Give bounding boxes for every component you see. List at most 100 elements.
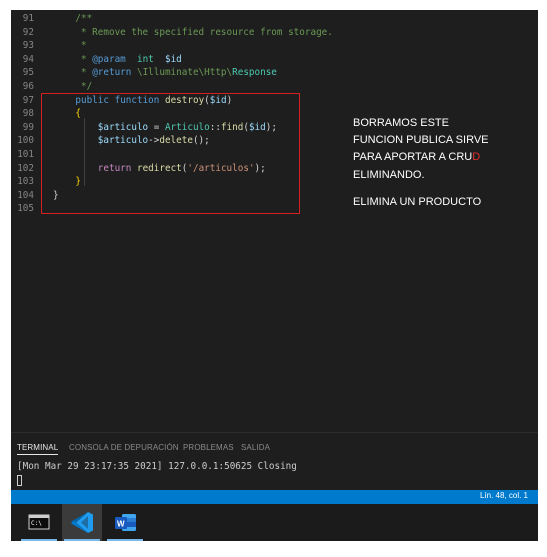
annotation-line: ELIMINANDO. xyxy=(353,168,425,181)
code-editor[interactable]: 91 /** 92 * Remove the specified resource… xyxy=(11,10,538,432)
code-token: @return xyxy=(92,67,132,79)
code-token: delete xyxy=(159,135,193,147)
running-indicator xyxy=(21,539,57,541)
code-token: * xyxy=(53,67,93,79)
svg-text:C:\: C:\ xyxy=(31,520,42,527)
tab-problems[interactable]: PROBLEMAS xyxy=(183,443,234,452)
annotation-line: FUNCION PUBLICA SIRVE xyxy=(353,134,489,147)
code-token: $articulo xyxy=(97,135,149,147)
code-token: redirect xyxy=(136,162,182,174)
bottom-panel: TERMINAL CONSOLA DE DEPURACIÓN PROBLEMAS… xyxy=(11,432,538,491)
line-number: 104 xyxy=(17,189,34,201)
taskbar-word-button[interactable]: W xyxy=(105,504,145,541)
terminal-output: [Mon Mar 29 23:17:35 2021] 127.0.0.1:506… xyxy=(17,461,297,472)
app-window: 91 /** 92 * Remove the specified resource… xyxy=(11,10,538,541)
annotation-paragraph-2: ELIMINA UN PRODUCTO xyxy=(353,195,482,208)
code-token: int xyxy=(136,53,154,65)
vscode-icon xyxy=(71,512,93,533)
code-text: * Remove the specified resource from sto… xyxy=(53,26,333,40)
code-token: find xyxy=(220,121,244,133)
running-indicator xyxy=(64,539,100,541)
line-number: 92 xyxy=(22,26,34,38)
code-token: } xyxy=(75,176,81,188)
word-icon: W xyxy=(115,514,136,531)
terminal-cursor[interactable] xyxy=(17,475,22,486)
code-token: -> xyxy=(148,135,160,147)
running-indicator xyxy=(107,539,143,541)
code-token: /** xyxy=(75,13,93,24)
line-number: 101 xyxy=(17,149,34,160)
terminal-icon: C:\ xyxy=(28,514,50,530)
code-line[interactable]: 95 * @return \Illuminate\Http\Response xyxy=(11,66,538,80)
code-token: = xyxy=(148,121,165,133)
code-token: return xyxy=(97,162,132,174)
code-line[interactable]: 97 public function destroy($id) xyxy=(11,94,538,108)
code-text: $articulo = Articulo::find($id); xyxy=(53,121,277,135)
code-token: destroy xyxy=(164,94,205,106)
code-text: public function destroy($id) xyxy=(53,94,232,108)
code-token: ) xyxy=(226,94,233,106)
code-text: /** xyxy=(53,12,92,26)
line-number: 102 xyxy=(17,162,34,174)
code-line[interactable]: 93 * xyxy=(11,39,538,53)
code-text: * @return \Illuminate\Http\Response xyxy=(53,66,277,80)
code-token: ); xyxy=(254,162,266,174)
code-token: */ xyxy=(53,81,93,92)
code-token: * xyxy=(53,40,87,52)
annotation-text: PARA APORTAR A CRU xyxy=(353,151,473,164)
code-token: ); xyxy=(265,121,277,133)
code-text: $articulo->delete(); xyxy=(53,134,210,148)
tab-terminal[interactable]: TERMINAL xyxy=(17,443,59,455)
code-token: \Illuminate\Http\ xyxy=(131,67,233,79)
line-number: 96 xyxy=(22,81,34,92)
code-token: Response xyxy=(232,67,277,79)
code-text: * xyxy=(53,39,87,53)
code-token: * xyxy=(53,53,93,65)
indent-guide xyxy=(84,118,85,186)
line-number: 105 xyxy=(17,203,34,215)
taskbar-terminal-button[interactable]: C:\ xyxy=(19,504,59,541)
line-number: 99 xyxy=(22,121,34,133)
code-line[interactable]: 91 /** xyxy=(11,12,538,26)
taskbar: C:\ W xyxy=(11,504,538,541)
code-token: { xyxy=(75,108,81,120)
code-token: public xyxy=(75,94,109,106)
code-token: $id xyxy=(248,121,266,133)
annotation-paragraph-1: BORRAMOS ESTE FUNCION PUBLICA SIRVE PARA… xyxy=(353,115,528,184)
line-number: 103 xyxy=(17,176,34,188)
taskbar-vscode-button[interactable] xyxy=(62,504,102,541)
code-token: $id xyxy=(209,94,227,106)
code-token: function xyxy=(114,94,160,106)
tab-output[interactable]: SALIDA xyxy=(241,443,270,452)
code-token: (); xyxy=(192,135,210,147)
tab-debug-console[interactable]: CONSOLA DE DEPURACIÓN xyxy=(69,443,179,452)
code-text: * @param int $id xyxy=(53,53,182,67)
code-text: } xyxy=(53,189,59,203)
code-token: $id xyxy=(164,53,182,65)
code-line[interactable]: 96 */ xyxy=(11,80,538,94)
line-number: 100 xyxy=(17,135,34,147)
line-number: 97 xyxy=(22,94,34,106)
cursor-position[interactable]: Lín. 48, col. 1 xyxy=(480,491,528,500)
annotation-red-letter: D xyxy=(472,151,481,164)
code-token: :: xyxy=(209,121,221,133)
line-number: 95 xyxy=(22,67,34,79)
code-token: '/articulos' xyxy=(187,162,255,174)
code-line[interactable]: 92 * Remove the specified resource from … xyxy=(11,26,538,40)
code-text: */ xyxy=(53,80,92,94)
code-token: } xyxy=(53,189,59,201)
status-bar: Lín. 48, col. 1 xyxy=(11,490,538,504)
code-line[interactable]: 94 * @param int $id xyxy=(11,53,538,67)
line-number: 93 xyxy=(22,40,34,52)
line-number: 91 xyxy=(22,13,34,24)
line-number: 98 xyxy=(22,108,34,120)
code-text: { xyxy=(53,107,81,121)
svg-text:W: W xyxy=(117,520,125,529)
code-token: * Remove the specified resource from sto… xyxy=(53,26,333,38)
code-text: } xyxy=(53,175,81,189)
